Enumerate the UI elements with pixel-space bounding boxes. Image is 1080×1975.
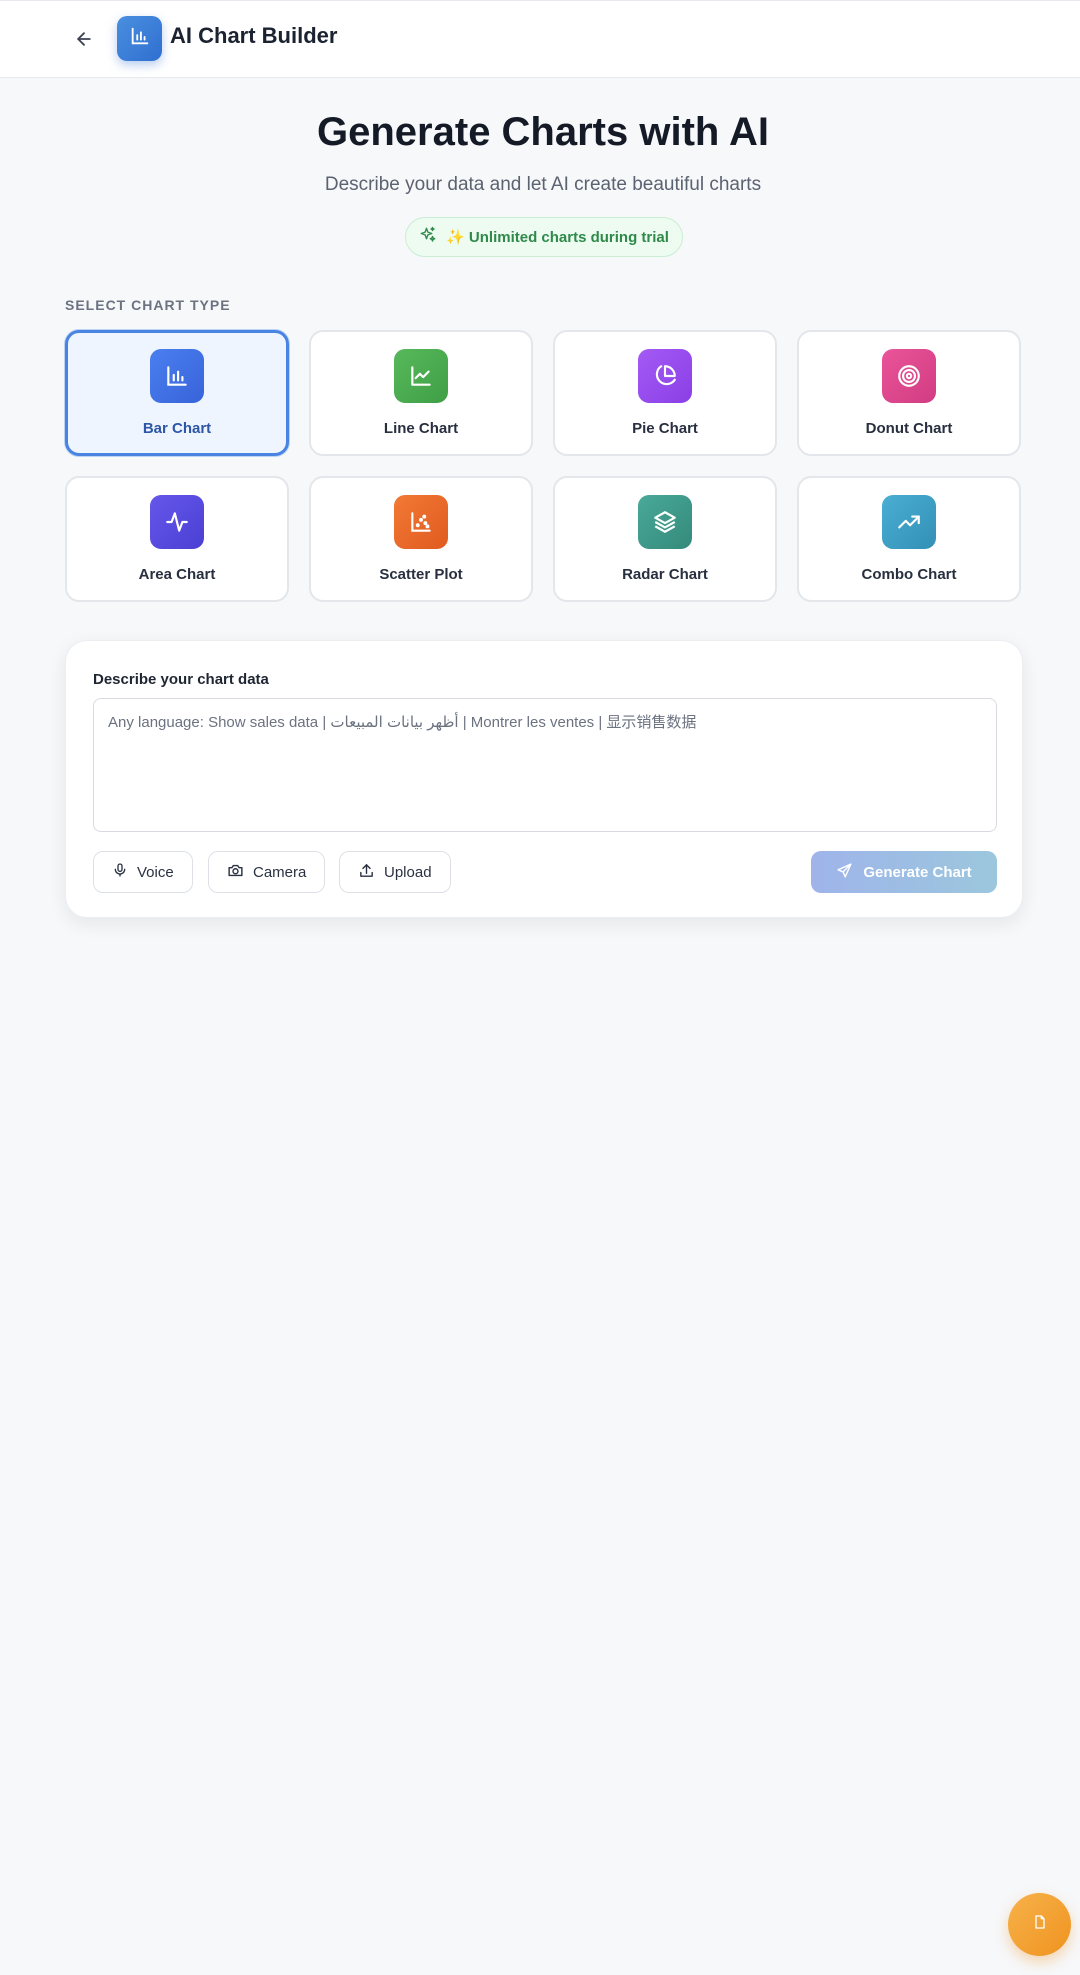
app-logo — [117, 16, 162, 61]
camera-button[interactable]: Camera — [208, 851, 326, 893]
chart-type-label: Pie Chart — [632, 420, 698, 437]
chart-type-label: Line Chart — [383, 420, 459, 437]
trial-badge-label: ✨ Unlimited charts during trial — [446, 229, 669, 246]
chart-type-pie[interactable]: Pie Chart — [553, 330, 777, 456]
sparkles-icon — [419, 226, 437, 248]
chart-type-label: Area Chart — [138, 566, 216, 583]
camera-button-label: Camera — [253, 863, 307, 881]
chart-type-label: Bar Chart — [142, 420, 212, 437]
chart-type-bar[interactable]: Bar Chart — [65, 330, 289, 456]
trending-up-icon — [882, 495, 936, 549]
trial-badge: ✨ Unlimited charts during trial — [405, 217, 683, 257]
voice-button-label: Voice — [137, 863, 174, 881]
chart-type-label: Combo Chart — [861, 566, 957, 583]
chart-type-label: Radar Chart — [622, 566, 708, 583]
chart-type-label: Donut Chart — [865, 420, 953, 437]
page-subtitle: Describe your data and let AI create bea… — [324, 174, 762, 195]
chart-description-input[interactable] — [93, 698, 997, 832]
camera-icon — [227, 862, 244, 883]
pie-chart-icon — [638, 349, 692, 403]
upload-button[interactable]: Upload — [339, 851, 451, 893]
chart-type-combo[interactable]: Combo Chart — [797, 476, 1021, 602]
arrow-left-icon — [74, 29, 94, 54]
voice-button[interactable]: Voice — [93, 851, 193, 893]
chart-type-line[interactable]: Line Chart — [309, 330, 533, 456]
app-title: AI Chart Builder — [170, 23, 338, 48]
bar-chart-icon — [150, 349, 204, 403]
top-bar: AI Chart Builder — [0, 0, 1080, 78]
layers-icon — [638, 495, 692, 549]
prompt-card: Describe your chart data Voice Camera Up… — [65, 640, 1023, 918]
scatter-icon — [394, 495, 448, 549]
upload-button-label: Upload — [384, 863, 432, 881]
document-icon — [1032, 1914, 1048, 1935]
upload-icon — [358, 862, 375, 883]
send-icon — [836, 862, 853, 883]
activity-icon — [150, 495, 204, 549]
chart-type-donut[interactable]: Donut Chart — [797, 330, 1021, 456]
generate-chart-button[interactable]: Generate Chart — [811, 851, 997, 893]
generate-chart-label: Generate Chart — [863, 863, 972, 881]
page-title: Generate Charts with AI — [317, 110, 769, 154]
bar-chart-icon — [129, 25, 151, 52]
chart-type-label: Scatter Plot — [379, 566, 463, 583]
chart-type-grid: Bar Chart Line Chart Pie Chart Donut Cha… — [65, 330, 1023, 604]
chart-type-scatter[interactable]: Scatter Plot — [309, 476, 533, 602]
section-label: SELECT CHART TYPE — [65, 297, 231, 313]
back-button[interactable] — [68, 25, 100, 57]
target-icon — [882, 349, 936, 403]
prompt-label: Describe your chart data — [93, 671, 269, 688]
floating-action-button[interactable] — [1008, 1893, 1071, 1956]
chart-type-radar[interactable]: Radar Chart — [553, 476, 777, 602]
line-chart-icon — [394, 349, 448, 403]
chart-type-area[interactable]: Area Chart — [65, 476, 289, 602]
microphone-icon — [112, 862, 128, 882]
